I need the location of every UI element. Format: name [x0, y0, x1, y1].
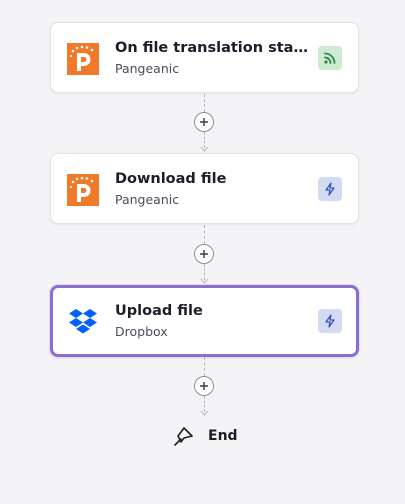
step-app-name: Dropbox	[115, 324, 168, 339]
plus-icon	[200, 118, 208, 126]
action-badge	[318, 177, 342, 201]
dropbox-logo-icon	[69, 309, 97, 334]
add-step-button[interactable]	[194, 244, 214, 264]
pangeanic-logo-icon	[67, 174, 99, 206]
pangeanic-logo-icon	[67, 43, 99, 75]
connector-line	[204, 357, 205, 376]
step-card-trigger[interactable]: On file translation statu... Pangeanic	[50, 22, 359, 93]
plus-icon	[200, 250, 208, 258]
connector-line	[204, 94, 205, 112]
rss-icon	[324, 52, 336, 64]
lightning-icon	[325, 182, 335, 196]
plus-icon	[200, 382, 208, 390]
connector-line	[204, 225, 205, 244]
end-node: End	[172, 424, 238, 448]
arrow-down-icon	[200, 278, 209, 284]
flag-icon	[174, 427, 193, 446]
add-step-button[interactable]	[194, 112, 214, 132]
lightning-icon	[325, 314, 335, 328]
step-title: Upload file	[115, 303, 203, 319]
step-app-name: Pangeanic	[115, 192, 180, 207]
step-title: On file translation statu...	[115, 40, 311, 56]
action-badge	[318, 309, 342, 333]
step-card-action-selected[interactable]: Upload file Dropbox	[50, 285, 359, 357]
step-card-action[interactable]: Download file Pangeanic	[50, 153, 359, 224]
trigger-badge	[318, 46, 342, 70]
step-app-name: Pangeanic	[115, 61, 180, 76]
arrow-down-icon	[200, 146, 209, 152]
step-title: Download file	[115, 171, 227, 187]
arrow-down-icon	[200, 410, 209, 416]
add-step-button[interactable]	[194, 376, 214, 396]
end-label: End	[208, 428, 238, 444]
